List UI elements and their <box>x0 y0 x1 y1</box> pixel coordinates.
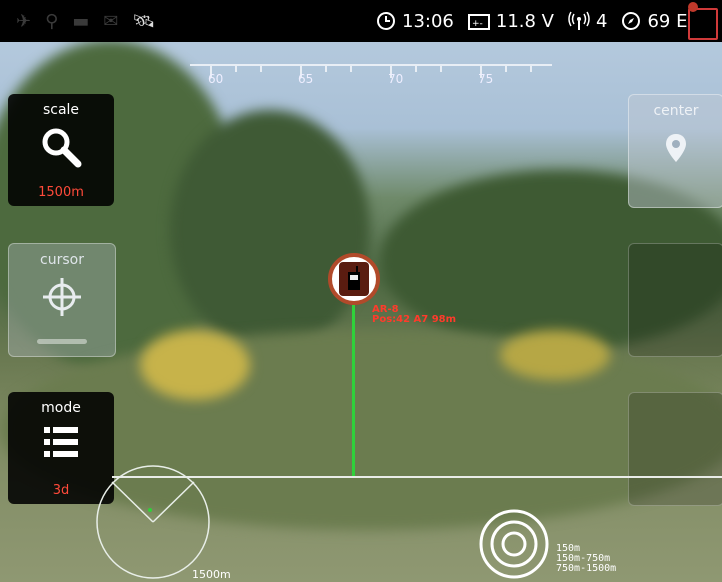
target-stem <box>352 305 355 478</box>
ruler-label: 65 <box>298 72 314 86</box>
ruler-label: 75 <box>478 72 494 86</box>
signal-value: 4 <box>596 10 608 32</box>
target-position: Pos:42 A7 98m <box>372 314 457 325</box>
scale-button[interactable]: scale 1500m <box>8 94 114 206</box>
mail-icon: ✉ <box>103 10 119 32</box>
vehicle-icon: ▬ <box>72 10 90 32</box>
radar-range-label: 1500m <box>192 568 231 581</box>
right-slot-1[interactable] <box>628 243 722 357</box>
crosshair-icon <box>43 278 81 316</box>
scale-value: 1500m <box>38 185 84 200</box>
battery-icon: +- <box>467 14 490 30</box>
svg-text:+-: +- <box>472 19 483 29</box>
target-label: AR-8 Pos:42 A7 98m <box>372 305 456 325</box>
compass-ruler: 60 65 70 75 <box>190 62 552 90</box>
location-pin-icon <box>666 134 686 162</box>
time-value: 13:06 <box>402 10 454 32</box>
status-icons-left: ✈ ⚲ ▬ ✉ 🛰 <box>16 11 155 32</box>
status-bar: ✈ ⚲ ▬ ✉ 🛰 13:06 +- 11.8 V 4 69 E <box>0 0 722 42</box>
ruler-label: 60 <box>208 72 224 86</box>
ruler-tick <box>415 64 417 72</box>
ruler-tick <box>350 64 352 72</box>
yellow-bush-right <box>500 330 610 380</box>
ruler-tick <box>260 64 262 72</box>
airplane-icon: ✈ <box>16 10 32 32</box>
cursor-button[interactable]: cursor <box>8 243 116 357</box>
radio-icon <box>339 262 369 296</box>
heading-value: 69 E <box>647 10 688 32</box>
status-values: 13:06 +- 11.8 V 4 69 E <box>376 0 695 42</box>
right-slot-2[interactable] <box>628 392 722 506</box>
scale-title: scale <box>42 102 80 118</box>
ruler-tick <box>530 64 532 72</box>
list-icon <box>44 427 78 457</box>
mode-title: mode <box>41 400 81 416</box>
map-book-icon[interactable] <box>688 2 718 40</box>
legend-item: 750m-1500m <box>556 563 617 574</box>
person-icon: ⚲ <box>45 10 59 32</box>
center-title: center <box>653 103 699 119</box>
ruler-tick <box>505 64 507 72</box>
cursor-slider <box>37 339 87 344</box>
range-legend: 150m 150m-750m 750m-1500m <box>556 544 616 574</box>
satellite-icon: 🛰 <box>132 10 156 32</box>
compass-icon <box>622 12 641 30</box>
ruler-label: 70 <box>388 72 404 86</box>
ruler-tick <box>440 64 442 72</box>
radar-view[interactable] <box>92 458 214 582</box>
tree-center <box>170 110 370 350</box>
ruler-tick <box>325 64 327 72</box>
cursor-title: cursor <box>40 252 84 268</box>
ruler-line <box>190 64 552 66</box>
yellow-bush <box>140 330 250 400</box>
target-marker[interactable] <box>328 253 380 305</box>
voltage-value: 11.8 V <box>495 10 554 32</box>
clock-icon <box>377 12 395 30</box>
ruler-tick <box>235 64 237 72</box>
range-rings-icon <box>479 509 549 579</box>
search-icon <box>42 128 82 168</box>
center-button[interactable]: center <box>628 94 722 208</box>
signal-icon <box>568 11 590 30</box>
